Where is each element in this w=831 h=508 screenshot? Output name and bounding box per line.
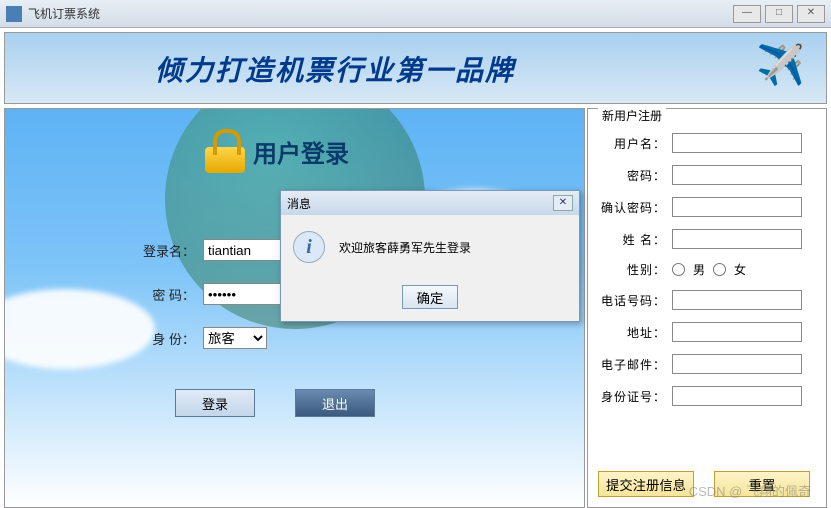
reg-username-input[interactable]: [672, 133, 802, 153]
reg-password-label: 密码：: [594, 167, 666, 184]
login-header: 用户登录: [205, 129, 349, 173]
reg-address-input[interactable]: [672, 322, 802, 342]
plane-icon: ✈️: [756, 41, 806, 88]
reg-gender-label: 性别：: [594, 261, 666, 278]
login-buttons: 登录 退出: [175, 389, 375, 417]
banner-slogan: 倾力打造机票行业第一品牌: [155, 49, 515, 89]
login-title: 用户登录: [253, 134, 349, 169]
register-legend: 新用户注册: [598, 107, 666, 124]
reg-phone-input[interactable]: [672, 290, 802, 310]
role-select[interactable]: 旅客: [203, 327, 267, 349]
gender-male-radio[interactable]: [672, 263, 685, 276]
dialog-body: i 欢迎旅客薛勇军先生登录: [281, 215, 579, 279]
reg-confirm-label: 确认密码：: [594, 199, 666, 216]
reg-username-label: 用户名：: [594, 135, 666, 152]
role-label: 身 份：: [135, 329, 195, 348]
reg-password-input[interactable]: [672, 165, 802, 185]
maximize-button[interactable]: □: [765, 5, 793, 23]
register-form: 用户名： 密码： 确认密码： 姓 名： 性别： 男 女 电话号码： 地址： 电子…: [594, 133, 820, 406]
reg-confirm-input[interactable]: [672, 197, 802, 217]
reg-address-label: 地址：: [594, 324, 666, 341]
dialog-footer: 确定: [281, 279, 579, 321]
reg-name-label: 姓 名：: [594, 231, 666, 248]
dialog-message: 欢迎旅客薛勇军先生登录: [339, 239, 471, 256]
gender-group: 男 女: [672, 261, 746, 278]
register-panel: 新用户注册 用户名： 密码： 确认密码： 姓 名： 性别： 男 女 电话号码： …: [587, 108, 827, 508]
dialog-close-button[interactable]: ✕: [553, 195, 573, 211]
close-button[interactable]: ✕: [797, 5, 825, 23]
reg-phone-label: 电话号码：: [594, 292, 666, 309]
message-dialog: 消息 ✕ i 欢迎旅客薛勇军先生登录 确定: [280, 190, 580, 322]
password-label: 密 码：: [135, 285, 195, 304]
dialog-title: 消息: [287, 195, 553, 212]
submit-register-button[interactable]: 提交注册信息: [598, 471, 694, 497]
exit-button[interactable]: 退出: [295, 389, 375, 417]
app-icon: [6, 6, 22, 22]
watermark: CSDN @ 飞翔的佩奇: [689, 481, 811, 500]
login-button[interactable]: 登录: [175, 389, 255, 417]
dialog-titlebar: 消息 ✕: [281, 191, 579, 215]
minimize-button[interactable]: —: [733, 5, 761, 23]
gender-female-label: 女: [734, 261, 746, 278]
gender-male-label: 男: [693, 261, 705, 278]
titlebar: 飞机订票系统 — □ ✕: [0, 0, 831, 28]
window-buttons: — □ ✕: [729, 5, 825, 23]
cloud-graphic: [4, 289, 155, 369]
banner: 倾力打造机票行业第一品牌 ✈️: [4, 32, 827, 104]
reg-email-label: 电子邮件：: [594, 356, 666, 373]
reg-name-input[interactable]: [672, 229, 802, 249]
info-icon: i: [293, 231, 325, 263]
lock-icon: [205, 129, 245, 173]
reg-idcard-input[interactable]: [672, 386, 802, 406]
username-label: 登录名：: [135, 241, 195, 260]
window-title: 飞机订票系统: [28, 5, 729, 22]
dialog-ok-button[interactable]: 确定: [402, 285, 458, 309]
reg-idcard-label: 身份证号：: [594, 388, 666, 405]
reg-email-input[interactable]: [672, 354, 802, 374]
gender-female-radio[interactable]: [713, 263, 726, 276]
